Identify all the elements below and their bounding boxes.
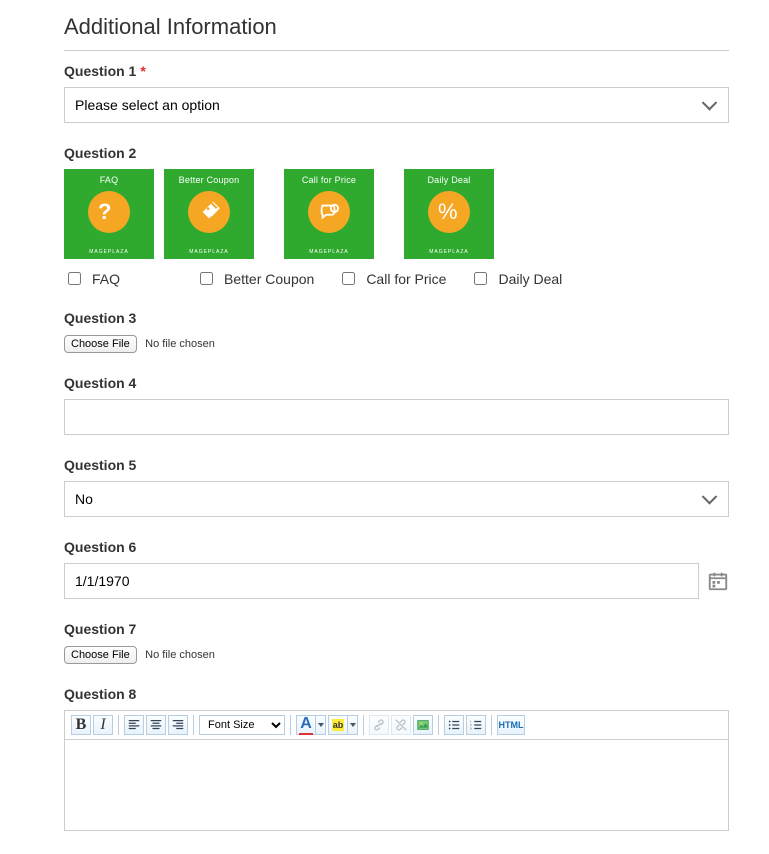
card-better-coupon: Better Coupon MAGEPLAZA: [164, 169, 254, 259]
checkbox-label: Call for Price: [366, 271, 446, 287]
chat-icon: [308, 191, 350, 233]
font-size-select[interactable]: Font Size: [199, 715, 285, 735]
text-color-group: A: [296, 715, 326, 735]
bg-color-dropdown[interactable]: [348, 715, 358, 735]
question-5: Question 5 No: [64, 457, 729, 517]
question-5-label: Question 5: [64, 457, 729, 473]
card-footer: MAGEPLAZA: [64, 249, 154, 255]
question-1: Question 1* Please select an option: [64, 63, 729, 123]
question-8: Question 8 B I Font Size A ab: [64, 686, 729, 831]
question-3: Question 3 Choose File No file chosen: [64, 310, 729, 353]
question-icon: ?: [88, 191, 130, 233]
question-4-label: Question 4: [64, 375, 729, 391]
question-3-label: Question 3: [64, 310, 729, 326]
date-row: [64, 563, 729, 599]
toolbar-separator: [118, 715, 119, 735]
rich-text-editor: B I Font Size A ab: [64, 710, 729, 831]
calendar-icon[interactable]: [707, 570, 729, 592]
checkbox-row: FAQ Better Coupon Call for Price Daily D…: [64, 269, 729, 288]
question-4-input[interactable]: [64, 399, 729, 435]
label-text: Question 1: [64, 63, 136, 79]
question-5-select[interactable]: No: [64, 481, 729, 517]
question-8-label: Question 8: [64, 686, 729, 702]
card-title: Call for Price: [302, 175, 356, 185]
file-status: No file chosen: [145, 338, 215, 350]
toolbar-separator: [491, 715, 492, 735]
card-footer: MAGEPLAZA: [404, 249, 494, 255]
card-row: FAQ ? MAGEPLAZA Better Coupon MAGEPLAZA …: [64, 169, 729, 259]
card-footer: MAGEPLAZA: [164, 249, 254, 255]
image-button[interactable]: [413, 715, 433, 735]
svg-text:3: 3: [470, 726, 472, 730]
bold-button[interactable]: B: [71, 715, 91, 735]
question-5-select-wrap: No: [64, 481, 729, 517]
question-6-input[interactable]: [64, 563, 699, 599]
text-color-button[interactable]: A: [296, 715, 316, 735]
card-call-for-price: Call for Price MAGEPLAZA: [284, 169, 374, 259]
editor-body[interactable]: [65, 740, 728, 830]
checkbox-input[interactable]: [474, 272, 487, 285]
align-left-button[interactable]: [124, 715, 144, 735]
text-color-dropdown[interactable]: [316, 715, 326, 735]
question-2: Question 2 FAQ ? MAGEPLAZA Better Coupon…: [64, 145, 729, 288]
card-title: Daily Deal: [427, 175, 470, 185]
choose-file-button[interactable]: Choose File: [64, 646, 137, 664]
link-button[interactable]: [369, 715, 389, 735]
bg-color-button[interactable]: ab: [328, 715, 348, 735]
question-6-label: Question 6: [64, 539, 729, 555]
italic-button[interactable]: I: [93, 715, 113, 735]
checkbox-input[interactable]: [342, 272, 355, 285]
bullet-list-button[interactable]: [444, 715, 464, 735]
required-star: *: [140, 63, 145, 79]
section-title: Additional Information: [64, 14, 729, 51]
align-center-button[interactable]: [146, 715, 166, 735]
checkbox-label: Daily Deal: [498, 271, 562, 287]
question-7-label: Question 7: [64, 621, 729, 637]
editor-toolbar: B I Font Size A ab: [65, 711, 728, 740]
question-2-label: Question 2: [64, 145, 729, 161]
checkbox-input[interactable]: [200, 272, 213, 285]
question-7: Question 7 Choose File No file chosen: [64, 621, 729, 664]
checkbox-daily-deal[interactable]: Daily Deal: [470, 269, 562, 288]
question-1-select[interactable]: Please select an option: [64, 87, 729, 123]
html-source-button[interactable]: HTML: [497, 715, 525, 735]
checkbox-input[interactable]: [68, 272, 81, 285]
number-list-button[interactable]: 123: [466, 715, 486, 735]
card-footer: MAGEPLAZA: [284, 249, 374, 255]
tags-icon: [188, 191, 230, 233]
question-1-label: Question 1*: [64, 63, 729, 79]
card-daily-deal: Daily Deal % MAGEPLAZA: [404, 169, 494, 259]
toolbar-separator: [193, 715, 194, 735]
choose-file-button[interactable]: Choose File: [64, 335, 137, 353]
file-status: No file chosen: [145, 649, 215, 661]
unlink-button[interactable]: [391, 715, 411, 735]
question-1-select-wrap: Please select an option: [64, 87, 729, 123]
checkbox-call-for-price[interactable]: Call for Price: [338, 269, 446, 288]
toolbar-separator: [438, 715, 439, 735]
card-title: FAQ: [100, 175, 119, 185]
checkbox-label: Better Coupon: [224, 271, 314, 287]
card-title: Better Coupon: [179, 175, 240, 185]
toolbar-separator: [290, 715, 291, 735]
checkbox-better-coupon[interactable]: Better Coupon: [196, 269, 314, 288]
card-faq: FAQ ? MAGEPLAZA: [64, 169, 154, 259]
question-6: Question 6: [64, 539, 729, 599]
percent-icon: %: [428, 191, 470, 233]
question-4: Question 4: [64, 375, 729, 435]
checkbox-label: FAQ: [92, 271, 120, 287]
checkbox-faq[interactable]: FAQ: [64, 269, 120, 288]
bg-color-group: ab: [328, 715, 358, 735]
toolbar-separator: [363, 715, 364, 735]
align-right-button[interactable]: [168, 715, 188, 735]
